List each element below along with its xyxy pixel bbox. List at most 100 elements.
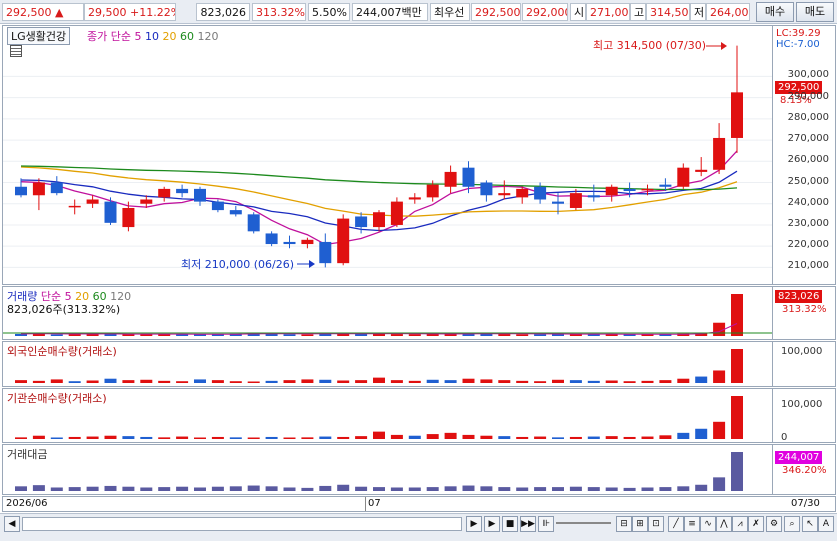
price-y-tick: 300,000: [787, 69, 829, 81]
amount-bar: [605, 487, 618, 491]
trend-line-icon[interactable]: ╱: [668, 516, 684, 532]
foreign-bar: [552, 379, 564, 383]
institution-bar: [444, 432, 457, 439]
overlay-icon[interactable]: ⊞: [632, 516, 648, 532]
cursor-icon[interactable]: ↖: [802, 516, 818, 532]
institution-bar: [408, 435, 421, 439]
foreign-bar: [247, 381, 260, 383]
trading-amount-panel[interactable]: 거래대금: [2, 444, 773, 495]
volume-bar: [408, 334, 421, 336]
amount-bar: [641, 487, 654, 491]
amount-bar: [247, 485, 260, 491]
delete-line-icon[interactable]: ✗: [748, 516, 764, 532]
price-y-axis: LC:39.29 HC:-7.00 292,500 8.13% 300,000 2…: [773, 25, 836, 285]
candle-body: [552, 201, 564, 204]
price-chart-panel[interactable]: LG생활건강 종가 단순 5 10 20 60 120 최고 314,500 (…: [2, 25, 773, 285]
candle-body: [32, 182, 45, 196]
wave-icon[interactable]: ∿: [700, 516, 716, 532]
zoom-icon[interactable]: ⌕: [784, 516, 800, 532]
amount-bar: [104, 485, 117, 491]
amount-bar: [569, 486, 582, 491]
candle-body: [104, 201, 117, 223]
horizontal-line-icon[interactable]: ≡: [684, 516, 700, 532]
volume-bar: [283, 334, 296, 336]
candle-body: [265, 233, 278, 245]
institution-bar: [695, 428, 708, 439]
compare-icon[interactable]: ⊟: [616, 516, 632, 532]
zoom-slider-track[interactable]: [556, 522, 611, 524]
amount-bar: [15, 486, 27, 491]
candle-body: [50, 182, 63, 194]
sell-button[interactable]: 매도: [796, 2, 834, 22]
scroll-track[interactable]: [22, 517, 462, 531]
buy-button[interactable]: 매수: [756, 2, 794, 22]
institution-bar: [623, 436, 636, 439]
institution-bar: [677, 432, 690, 439]
candle-body: [677, 167, 690, 187]
scroll-right-icon[interactable]: ▶: [466, 516, 482, 532]
foreign-bar: [229, 381, 242, 383]
best-ask-label: 최우선: [430, 3, 470, 21]
foreign-bar: [731, 349, 743, 383]
fibonacci-icon[interactable]: ⋀: [716, 516, 732, 532]
scroll-left-icon[interactable]: ◀: [4, 516, 20, 532]
volume-bar: [140, 334, 153, 336]
institution-net-buy-panel[interactable]: 기관순매수량(거래소): [2, 388, 773, 443]
stop-icon[interactable]: ■: [502, 516, 518, 532]
institution-bar: [373, 431, 385, 439]
x-label-mid: 07: [368, 498, 381, 509]
candle-body: [301, 239, 314, 245]
candle-body: [516, 188, 529, 198]
institution-y-label-top: 100,000: [781, 399, 823, 410]
institution-bar: [283, 437, 296, 439]
amount-field: 244,007백만: [352, 3, 428, 21]
play-icon[interactable]: ▶: [484, 516, 500, 532]
candle-body: [623, 188, 636, 192]
text-tool-icon[interactable]: A: [818, 516, 834, 532]
candle-body: [158, 188, 171, 198]
foreign-chart-canvas: [15, 349, 743, 383]
institution-bar: [498, 436, 511, 439]
foreign-bar: [498, 380, 511, 383]
channel-icon[interactable]: ⩘: [732, 516, 748, 532]
x-label-start: 2026/06: [6, 498, 48, 509]
amount-bar: [140, 487, 153, 491]
fast-forward-icon[interactable]: ▶▶: [520, 516, 536, 532]
volume-chart-canvas: [3, 294, 772, 336]
volume-panel[interactable]: 거래량 단순 5 20 60 120 823,026주(313.32%): [2, 286, 773, 340]
indicator-icon[interactable]: ⊡: [648, 516, 664, 532]
price-y-tick: 230,000: [787, 217, 829, 229]
institution-bar: [516, 436, 529, 439]
candle-body: [731, 92, 743, 138]
change-percent: +11.22%: [130, 6, 175, 19]
high-arrow-head: [721, 42, 727, 50]
amount-chart-canvas: [15, 452, 743, 491]
amount-bar: [480, 486, 493, 491]
foreign-bar: [32, 380, 45, 383]
candle-body: [426, 184, 439, 198]
candle-body: [659, 184, 672, 187]
high-label: 고: [630, 3, 646, 21]
amount-bar: [677, 486, 690, 491]
hc-label: HC:-7.00: [776, 39, 820, 50]
candle-body: [337, 218, 350, 264]
amount-bar: [444, 486, 457, 491]
candle-body: [462, 167, 475, 187]
settings-icon[interactable]: ⚙: [766, 516, 782, 532]
zoom-slider-icon[interactable]: ⊪: [538, 516, 554, 532]
candle-body: [229, 210, 242, 215]
institution-bar: [641, 436, 654, 439]
candle-body: [176, 188, 189, 194]
institution-bar: [176, 436, 189, 439]
institution-bar: [605, 436, 618, 439]
institution-bar: [301, 437, 314, 439]
x-divider: [365, 497, 366, 511]
institution-bar: [462, 434, 475, 439]
candle-body: [498, 193, 511, 196]
foreign-net-buy-panel[interactable]: 외국인순매수량(거래소): [2, 341, 773, 387]
foreign-bar: [176, 381, 189, 383]
amount-bar: [68, 487, 81, 491]
x-label-end: 07/30: [791, 498, 820, 509]
foreign-bar: [373, 377, 385, 383]
institution-bar: [659, 435, 672, 439]
